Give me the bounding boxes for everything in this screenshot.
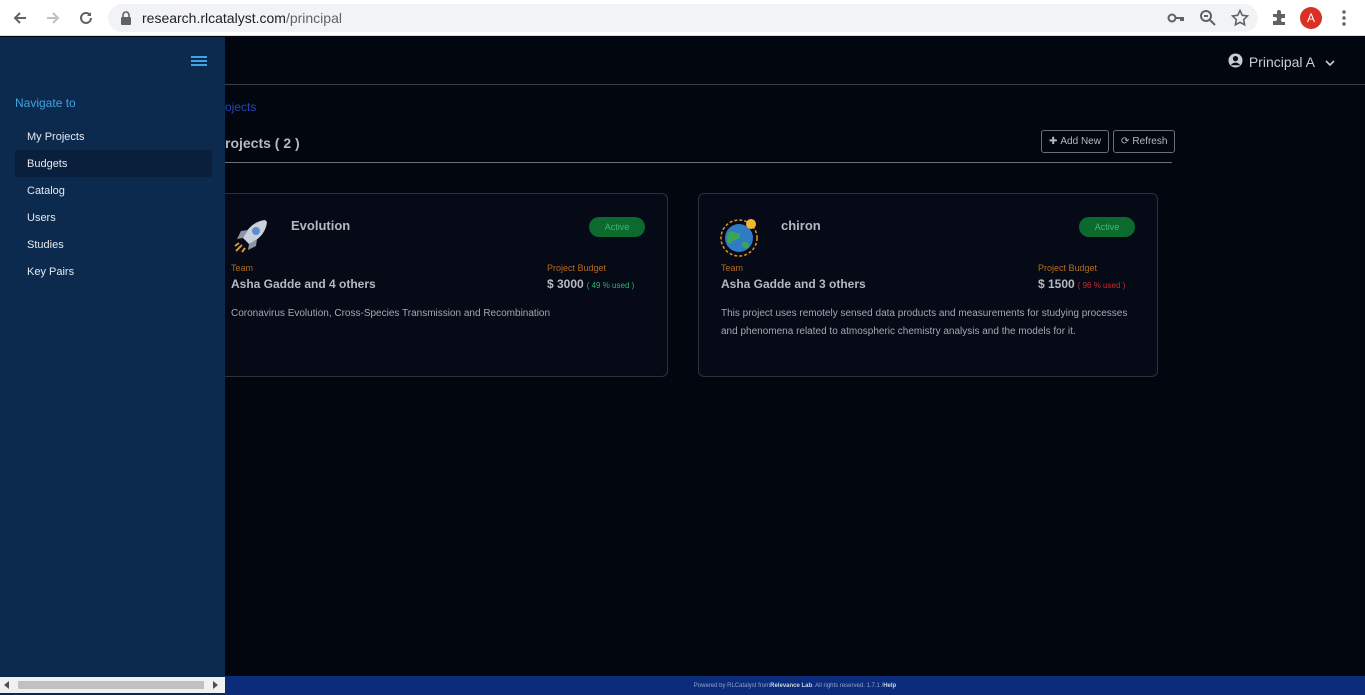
breadcrumb[interactable]: ojects	[225, 100, 256, 114]
status-badge: Active	[589, 217, 645, 237]
project-name[interactable]: Evolution	[291, 218, 350, 233]
help-link[interactable]: Help	[883, 683, 896, 689]
key-icon[interactable]	[1166, 8, 1186, 28]
add-new-button[interactable]: ✚ Add New	[1041, 130, 1109, 153]
scroll-left-icon[interactable]	[4, 681, 10, 689]
top-bar: Principal A	[225, 37, 1365, 85]
sidebar-item-key-pairs[interactable]: Key Pairs	[15, 258, 212, 285]
project-card[interactable]: chiron Active Team Asha Gadde and 3 othe…	[698, 193, 1158, 377]
sidebar-item-budgets[interactable]: Budgets	[15, 150, 212, 177]
refresh-icon: ⟳	[1121, 136, 1130, 147]
sidebar-item-my-projects[interactable]: My Projects	[15, 123, 212, 150]
reload-icon[interactable]	[74, 6, 98, 30]
budget-label: Project Budget	[1038, 263, 1098, 273]
browser-toolbar: research.rlcatalyst.com/principal A	[0, 0, 1365, 36]
sidebar-item-catalog[interactable]: Catalog	[15, 177, 212, 204]
plus-icon: ✚	[1049, 136, 1058, 147]
address-bar[interactable]: research.rlcatalyst.com/principal	[108, 4, 1258, 32]
budget-value: $ 3000( 49 % used )	[547, 277, 635, 291]
team-label: Team	[721, 263, 744, 273]
budget-used: ( 96 % used )	[1077, 281, 1126, 290]
scrollbar-thumb[interactable]	[18, 681, 204, 689]
project-card[interactable]: Evolution Active Team Asha Gadde and 4 o…	[208, 193, 668, 377]
budget-label: Project Budget	[547, 263, 607, 273]
more-menu-icon[interactable]	[1334, 8, 1354, 28]
star-icon[interactable]	[1230, 8, 1250, 28]
profile-avatar[interactable]: A	[1300, 7, 1322, 29]
project-description: This project uses remotely sensed data p…	[721, 308, 1128, 337]
user-name: Principal A	[1248, 54, 1315, 70]
back-arrow-icon[interactable]	[8, 6, 32, 30]
team-label: Team	[231, 263, 254, 273]
budget-value: $ 1500( 96 % used )	[1038, 277, 1126, 291]
forward-arrow-icon[interactable]	[41, 6, 65, 30]
nav-title: Navigate to	[15, 96, 76, 110]
url-text: research.rlcatalyst.com/principal	[142, 10, 342, 26]
hamburger-menu-icon[interactable]	[191, 54, 207, 73]
rocket-icon	[229, 214, 273, 258]
footer: Powered by RLCatalyst from Relevance Lab…	[225, 676, 1365, 695]
project-description: Coronavirus Evolution, Cross-Species Tra…	[231, 308, 551, 319]
status-badge: Active	[1079, 217, 1135, 237]
chevron-down-icon	[1325, 54, 1335, 70]
scroll-right-icon[interactable]	[212, 681, 218, 689]
team-value: Asha Gadde and 3 others	[721, 277, 866, 291]
zoom-icon[interactable]	[1198, 8, 1218, 28]
user-circle-icon	[1228, 53, 1243, 71]
user-menu[interactable]: Principal A	[1228, 53, 1335, 71]
page-header: rojects ( 2 ) ✚ Add New ⟳ Refresh	[225, 129, 1176, 163]
sidebar: Navigate to My Projects Budgets Catalog …	[0, 37, 225, 695]
refresh-button[interactable]: ⟳ Refresh	[1113, 130, 1176, 153]
team-value: Asha Gadde and 4 others	[231, 277, 376, 291]
page-title: rojects ( 2 )	[225, 135, 300, 151]
nav-list: My Projects Budgets Catalog Users Studie…	[15, 123, 212, 285]
lock-icon	[120, 11, 132, 30]
budget-used: ( 49 % used )	[586, 281, 635, 290]
earth-icon	[719, 214, 763, 258]
sidebar-item-users[interactable]: Users	[15, 204, 212, 231]
extensions-icon[interactable]	[1269, 8, 1289, 28]
horizontal-scrollbar[interactable]	[0, 677, 225, 693]
project-name[interactable]: chiron	[781, 218, 821, 233]
company-link[interactable]: Relevance Lab	[770, 683, 812, 689]
sidebar-item-studies[interactable]: Studies	[15, 231, 212, 258]
